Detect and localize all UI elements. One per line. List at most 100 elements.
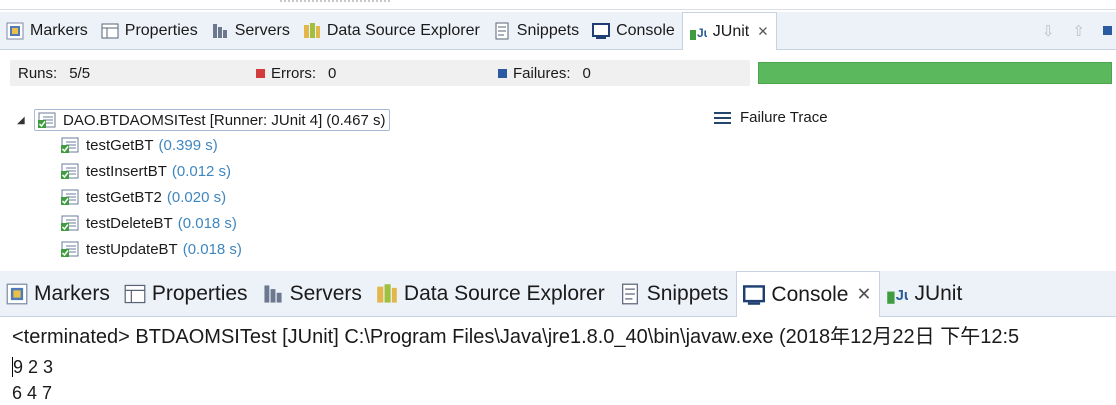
test-ok-icon	[60, 240, 80, 258]
console-line: 9 2 3	[12, 357, 54, 377]
tab-label: JUnit	[914, 281, 963, 305]
data-source-icon	[303, 22, 321, 40]
tab-label: Markers	[30, 21, 88, 39]
tab-properties[interactable]: Properties	[118, 271, 256, 316]
markers-icon	[6, 22, 24, 40]
tab-label: Servers	[234, 21, 290, 39]
tab-servers[interactable]: Servers	[205, 12, 297, 49]
test-duration: (0.399 s)	[158, 136, 218, 154]
failure-trace-header: Failure Trace	[714, 109, 828, 126]
test-duration: (0.012 s)	[171, 162, 232, 180]
test-item-testdeletebt[interactable]: testDeleteBT (0.018 s)	[0, 210, 680, 236]
tab-label: Servers	[289, 281, 362, 305]
svg-text:Ju: Ju	[697, 26, 707, 40]
test-name: testInsertBT	[86, 162, 167, 180]
test-ok-icon	[60, 162, 80, 180]
close-icon[interactable]: ✕	[856, 284, 871, 305]
previous-failure-icon[interactable]: ⇧	[1072, 22, 1085, 40]
markers-icon	[6, 283, 28, 305]
console-line: 6 4 7	[12, 383, 53, 403]
test-name: testUpdateBT	[86, 240, 178, 258]
tab-markers[interactable]: Markers	[0, 12, 95, 49]
stop-icon[interactable]	[1103, 26, 1112, 35]
test-ok-icon	[60, 214, 80, 232]
collapse-triangle-icon[interactable]: ◢	[17, 115, 29, 126]
tab-markers[interactable]: Markers	[0, 271, 118, 316]
svg-text:Ju: Ju	[896, 288, 908, 304]
tab-label: Console	[616, 21, 675, 39]
next-failure-icon[interactable]: ⇩	[1042, 22, 1055, 40]
tab-junit[interactable]: Ju JUnit ✕	[681, 12, 777, 50]
runs-label: Runs:	[18, 64, 58, 82]
snippets-icon	[619, 283, 641, 305]
view-tabbar-top: Markers Properties Servers Data Source E…	[0, 12, 1116, 50]
tab-console[interactable]: Console ✕	[736, 271, 881, 317]
properties-icon	[101, 22, 119, 40]
test-name: testGetBT2	[86, 188, 162, 206]
servers-icon	[211, 22, 229, 40]
test-tree[interactable]: ◢ DAO.BTDAOMSITest [Runner: JUnit 4] (0.…	[0, 108, 680, 262]
tab-servers[interactable]: Servers	[256, 271, 370, 316]
tab-label: Properties	[151, 281, 248, 305]
tab-properties[interactable]: Properties	[95, 12, 205, 49]
console-output[interactable]: 9 2 3 6 4 7	[12, 354, 53, 405]
failures-value: 0	[582, 64, 591, 82]
tab-data-source-explorer[interactable]: Data Source Explorer	[370, 271, 613, 316]
tab-console[interactable]: Console	[586, 12, 682, 49]
servers-icon	[262, 283, 284, 305]
test-item-testgetbt[interactable]: testGetBT (0.399 s)	[0, 132, 680, 158]
test-item-testupdatebt[interactable]: testUpdateBT (0.018 s)	[0, 236, 680, 262]
properties-icon	[124, 283, 146, 305]
data-source-icon	[376, 283, 398, 305]
failure-icon	[498, 68, 507, 78]
tab-snippets[interactable]: Snippets	[487, 12, 586, 49]
tab-label: Markers	[34, 281, 110, 305]
failure-trace-label: Failure Trace	[740, 109, 828, 126]
stack-trace-icon	[714, 111, 731, 124]
errors-field: Errors: 0	[248, 60, 490, 86]
console-process-label: <terminated> BTDAOMSITest [JUnit] C:\Pro…	[12, 326, 1020, 348]
test-progress-bar	[758, 62, 1112, 84]
view-tabbar-bottom: Markers Properties Servers Data Source E…	[0, 271, 1116, 317]
test-item-testgetbt2[interactable]: testGetBT2 (0.020 s)	[0, 184, 680, 210]
junit-counters: Runs: 5/5 Errors: 0 Failures: 0	[0, 60, 1116, 86]
error-icon	[256, 68, 265, 78]
test-suite-ok-icon	[37, 111, 57, 129]
junit-icon: Ju	[689, 23, 707, 41]
test-duration: (0.020 s)	[166, 188, 227, 206]
test-ok-icon	[60, 136, 80, 154]
top-edge	[0, 0, 1116, 10]
test-item-testinsertbt[interactable]: testInsertBT (0.012 s)	[0, 158, 680, 184]
tab-label: Console	[771, 282, 849, 306]
junit-icon: Ju	[886, 283, 908, 305]
console-icon	[592, 22, 611, 40]
test-duration: (0.018 s)	[182, 240, 242, 258]
junit-toolbar: ⇩ ⇧	[1042, 12, 1116, 49]
test-name: testDeleteBT	[86, 214, 173, 232]
test-duration: (0.018 s)	[177, 214, 237, 232]
tree-root-name: DAO.BTDAOMSITest [Runner: JUnit 4]	[63, 111, 323, 129]
errors-label: Errors:	[271, 64, 316, 82]
snippets-icon	[493, 22, 511, 40]
tab-label: Data Source Explorer	[403, 281, 605, 305]
tree-root-duration: (0.467 s)	[326, 111, 386, 129]
tab-label: Snippets	[516, 21, 580, 39]
console-icon	[743, 284, 766, 306]
test-ok-icon	[60, 188, 80, 206]
errors-value: 0	[328, 64, 337, 82]
top-scrap	[280, 0, 390, 5]
runs-field: Runs: 5/5	[10, 60, 248, 86]
tree-root-selected[interactable]: DAO.BTDAOMSITest [Runner: JUnit 4] (0.46…	[34, 109, 391, 131]
tree-root[interactable]: ◢ DAO.BTDAOMSITest [Runner: JUnit 4] (0.…	[0, 108, 680, 132]
test-name: testGetBT	[86, 136, 154, 154]
runs-value: 5/5	[69, 64, 91, 82]
tab-snippets[interactable]: Snippets	[613, 271, 737, 316]
tab-data-source-explorer[interactable]: Data Source Explorer	[297, 12, 487, 49]
failures-field: Failures: 0	[490, 60, 750, 86]
failures-label: Failures:	[513, 64, 571, 82]
tab-label: JUnit	[712, 22, 750, 40]
tab-label: Snippets	[646, 281, 729, 305]
close-icon[interactable]: ✕	[757, 24, 768, 40]
tab-junit[interactable]: Ju JUnit	[880, 271, 970, 316]
tab-label: Properties	[124, 21, 198, 39]
